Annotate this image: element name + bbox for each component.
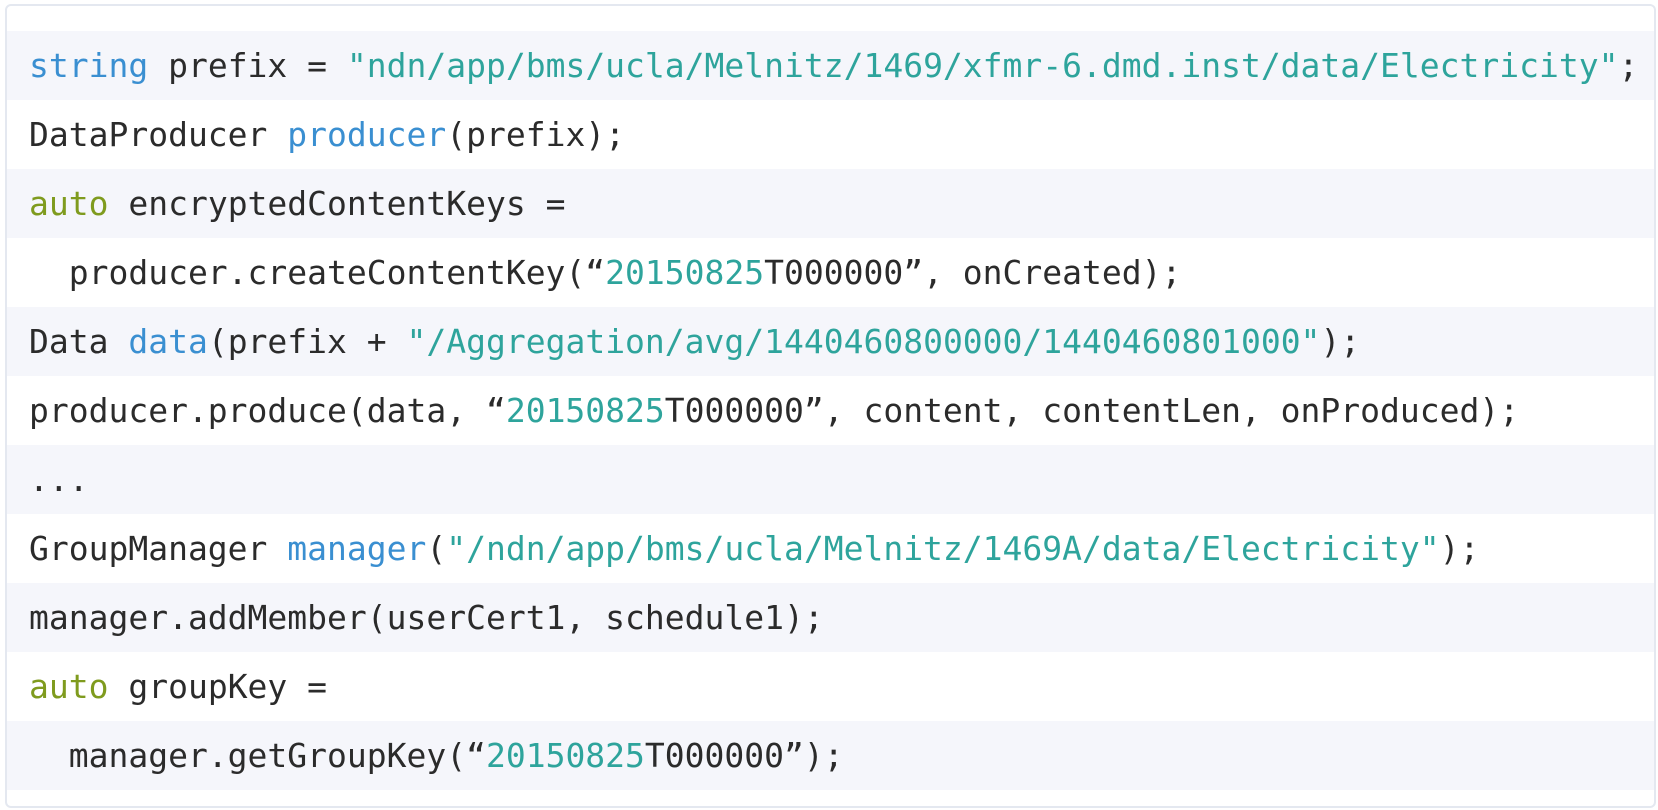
code-token-plain: (prefix); (446, 115, 626, 154)
code-token-plain: prefix = (148, 46, 347, 85)
code-token-num: 20150825 (605, 253, 765, 292)
code-token-plain: T000000”); (644, 736, 844, 775)
code-line: string prefix = "ndn/app/bms/ucla/Melnit… (7, 31, 1654, 100)
code-line: auto groupKey = (7, 652, 1654, 721)
code-token-plain: manager.getGroupKey(“ (29, 736, 486, 775)
code-token-fn: producer (287, 115, 447, 154)
code-line: Data data (prefix + "/Aggregation/avg/144… (7, 307, 1654, 376)
code-token-plain: groupKey = (108, 667, 328, 706)
code-token-kw: auto (29, 184, 109, 223)
code-line: producer.createContentKey(“ 20150825 T0000… (7, 238, 1654, 307)
code-token-plain: manager.addMember(userCert1, schedule1); (29, 598, 824, 637)
code-token-fn: data (128, 322, 208, 361)
code-token-plain: T000000”, onCreated); (764, 253, 1182, 292)
code-line: ... (7, 445, 1654, 514)
code-token-kw: auto (29, 667, 109, 706)
code-block: string prefix = "ndn/app/bms/ucla/Melnit… (5, 4, 1656, 808)
code-token-plain: GroupManager (29, 529, 288, 568)
code-line: GroupManager manager("/ndn/app/bms/ucla/… (7, 514, 1654, 583)
code-token-plain: ); (1439, 529, 1480, 568)
code-token-plain: (prefix + (207, 322, 407, 361)
code-token-plain: T000000”, content, contentLen, onProduce… (664, 391, 1520, 430)
code-token-plain: encryptedContentKeys = (108, 184, 566, 223)
code-token-type: string (29, 46, 149, 85)
code-token-num: 20150825 (505, 391, 665, 430)
code-line: producer.produce(data, “20150825 T000000”… (7, 376, 1654, 445)
code-line: manager.getGroupKey(“ 20150825 T000000”); (7, 721, 1654, 790)
code-token-plain: ); (1320, 322, 1361, 361)
code-lines: string prefix = "ndn/app/bms/ucla/Melnit… (7, 31, 1654, 790)
code-token-plain: Data (29, 322, 129, 361)
code-token-plain: producer.createContentKey(“ (29, 253, 606, 292)
code-token-plain: ... (29, 460, 89, 499)
code-token-plain: ; (1618, 46, 1639, 85)
code-line: auto encryptedContentKeys = (7, 169, 1654, 238)
code-token-fn: manager (287, 529, 427, 568)
code-token-str: "/Aggregation/avg/1440460800000/14404608… (406, 322, 1321, 361)
code-token-plain: ( (426, 529, 447, 568)
code-line: manager.addMember(userCert1, schedule1); (7, 583, 1654, 652)
code-token-plain: DataProducer (29, 115, 288, 154)
code-token-plain: producer.produce(data, “ (29, 391, 506, 430)
code-token-str: "/ndn/app/bms/ucla/Melnitz/1469A/data/El… (446, 529, 1440, 568)
code-token-str: "ndn/app/bms/ucla/Melnitz/1469/xfmr-6.dm… (346, 46, 1619, 85)
code-token-num: 20150825 (485, 736, 645, 775)
code-line: DataProducer producer (prefix); (7, 100, 1654, 169)
